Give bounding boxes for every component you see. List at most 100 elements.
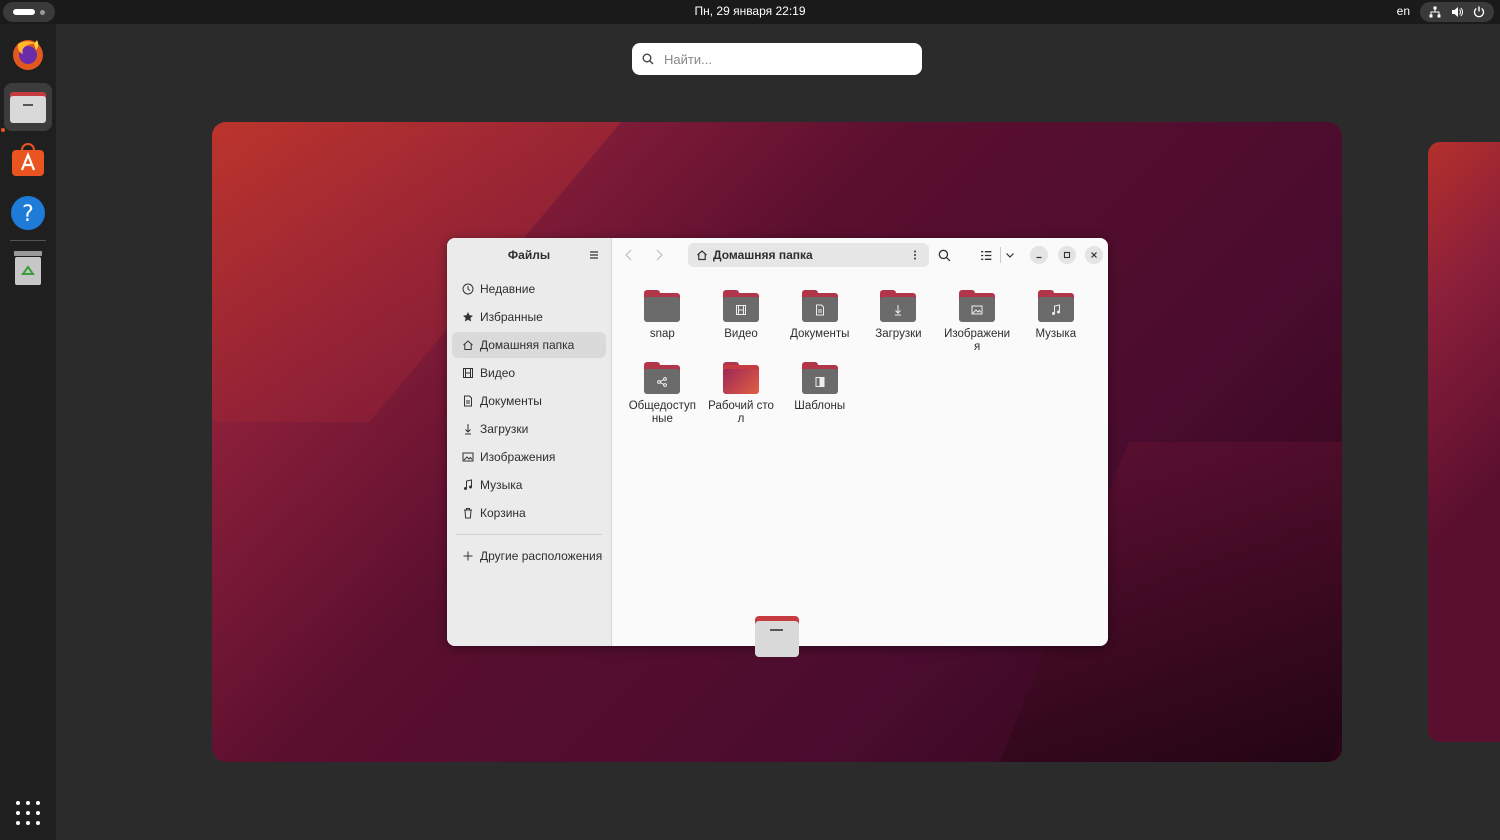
folder-icon [644, 290, 681, 324]
clock[interactable]: Пн, 29 января 22:19 [0, 4, 1500, 18]
sidebar-item-other-locations[interactable]: Другие расположения [452, 543, 606, 569]
chevron-down-icon [1006, 253, 1014, 258]
help-icon[interactable]: ? [4, 189, 52, 237]
close-button[interactable] [1085, 246, 1103, 264]
files-window[interactable]: Файлы Недавние Избранные Домашняя папка … [447, 238, 1108, 646]
running-indicator [1, 128, 5, 132]
document-icon [464, 395, 472, 407]
maximize-icon [1063, 251, 1071, 259]
sidebar-item-label: Избранные [480, 310, 543, 324]
clock-icon [462, 283, 474, 295]
files-window-app-icon [755, 616, 799, 657]
header-bar: Домашняя папка [612, 238, 1108, 272]
show-apps-button[interactable] [16, 801, 40, 825]
folder-item[interactable]: Видео [702, 290, 781, 354]
sidebar-item-label: Видео [480, 366, 516, 380]
folder-desktop-icon [723, 362, 760, 396]
folder-label: Рабочий стол [708, 400, 774, 425]
sidebar-item-recent[interactable]: Недавние [452, 276, 606, 302]
current-path: Домашняя папка [713, 248, 813, 262]
plus-icon [463, 551, 473, 561]
search-icon [642, 53, 654, 65]
folder-item[interactable]: Рабочий стол [702, 362, 781, 426]
sidebar-item-trash[interactable]: Корзина [452, 500, 606, 526]
svg-text:?: ? [22, 202, 34, 227]
folder-grid: snap Видео Документы Загрузки Изображени… [623, 290, 1093, 426]
sidebar-divider [456, 534, 602, 535]
folder-video-icon [723, 290, 760, 324]
sidebar-item-label: Изображения [480, 450, 556, 464]
folder-public-icon [644, 362, 681, 396]
folder-label: Общедоступные [628, 400, 696, 425]
path-bar[interactable]: Домашняя папка [688, 243, 929, 267]
app-center-icon[interactable] [4, 136, 52, 184]
folder-item[interactable]: Изображения [938, 290, 1017, 354]
sidebar-item-music[interactable]: Музыка [452, 472, 606, 498]
files-app-logo [10, 92, 46, 123]
keyboard-layout-indicator[interactable]: en [1397, 4, 1410, 18]
folder-item[interactable]: snap [623, 290, 702, 354]
top-bar: Пн, 29 января 22:19 en [0, 0, 1500, 24]
minimize-icon [1036, 256, 1042, 259]
forward-button[interactable] [652, 248, 666, 262]
sidebar-item-videos[interactable]: Видео [452, 360, 606, 386]
sidebar-item-starred[interactable]: Избранные [452, 304, 606, 330]
sidebar-item-documents[interactable]: Документы [452, 388, 606, 414]
search-button[interactable] [936, 247, 952, 263]
minimize-button[interactable] [1030, 246, 1048, 264]
folder-item[interactable]: Музыка [1016, 290, 1095, 354]
music-icon [464, 479, 472, 490]
sidebar-item-label: Домашняя папка [480, 338, 575, 352]
view-toggle-button[interactable] [978, 247, 994, 263]
maximize-button[interactable] [1058, 246, 1076, 264]
firefox-logo [13, 40, 43, 70]
more-options-icon[interactable] [909, 249, 921, 261]
folder-label: snap [649, 328, 675, 340]
folder-label: Шаблоны [794, 400, 846, 412]
power-icon [1473, 6, 1485, 18]
view-options-button[interactable] [1002, 247, 1018, 263]
image-icon [462, 452, 474, 462]
sidebar-item-pictures[interactable]: Изображения [452, 444, 606, 470]
system-menu[interactable] [1420, 2, 1494, 22]
folder-item[interactable]: Документы [780, 290, 859, 354]
sidebar-item-label: Документы [480, 394, 542, 408]
volume-icon [1452, 7, 1463, 17]
star-icon [463, 312, 473, 322]
folder-downloads-icon [880, 290, 917, 324]
sidebar-item-label: Корзина [480, 506, 526, 520]
search-bar[interactable] [632, 43, 922, 75]
workspace-thumbnail-next[interactable] [1428, 142, 1500, 742]
folder-documents-icon [801, 290, 838, 324]
folder-label: Видео [724, 328, 758, 340]
folder-music-icon [1037, 290, 1074, 324]
network-icon [1429, 6, 1441, 18]
folder-label: Изображения [944, 328, 1011, 353]
download-icon [465, 424, 471, 435]
trash-icon[interactable] [4, 244, 52, 292]
folder-label: Загрузки [875, 328, 922, 340]
folder-item[interactable]: Общедоступные [623, 362, 702, 426]
sidebar-item-label: Недавние [480, 282, 536, 296]
sidebar-item-downloads[interactable]: Загрузки [452, 416, 606, 442]
list-view-icon [980, 250, 991, 260]
folder-item[interactable]: Загрузки [859, 290, 938, 354]
hamburger-menu-icon[interactable] [587, 248, 601, 262]
app-center-logo [12, 143, 44, 176]
folder-label: Музыка [1035, 328, 1077, 340]
files-icon[interactable] [4, 83, 52, 131]
folder-pictures-icon [959, 290, 996, 324]
sidebar: Файлы Недавние Избранные Домашняя папка … [447, 238, 612, 646]
sidebar-item-home[interactable]: Домашняя папка [452, 332, 606, 358]
close-icon [1091, 252, 1097, 258]
back-button[interactable] [622, 248, 636, 262]
folder-templates-icon [801, 362, 838, 396]
folder-item[interactable]: Шаблоны [780, 362, 859, 426]
sidebar-item-label: Музыка [480, 478, 523, 492]
trash-icon [464, 508, 472, 519]
dock-separator [10, 240, 46, 241]
search-input[interactable] [662, 50, 906, 68]
firefox-icon[interactable] [4, 30, 52, 78]
home-icon [697, 250, 707, 261]
search-icon [938, 249, 950, 261]
